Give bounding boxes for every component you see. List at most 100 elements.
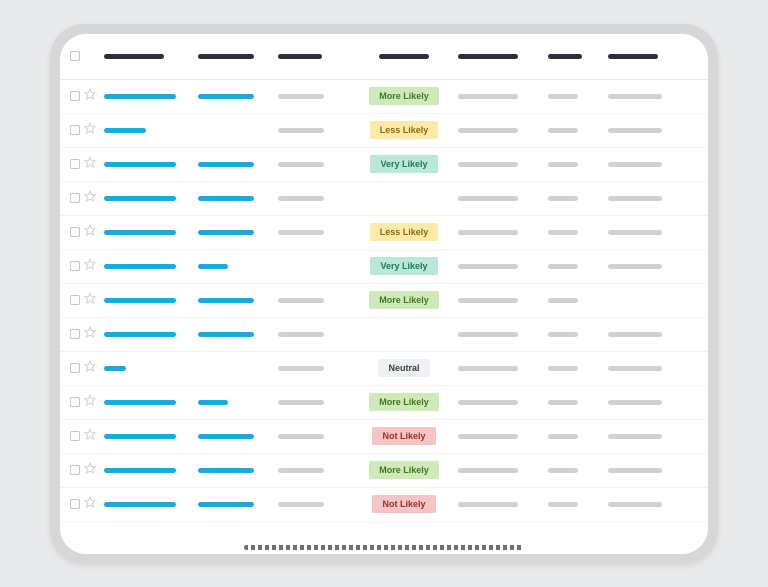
star-icon[interactable] [84,87,96,105]
row-checkbox[interactable] [70,363,80,373]
row-checkbox[interactable] [70,295,80,305]
secondary-link[interactable] [198,468,254,473]
cell-value [458,400,518,405]
table-row[interactable]: More Likely [60,80,708,114]
row-checkbox[interactable] [70,159,80,169]
table-row[interactable]: Very Likely [60,148,708,182]
table-row[interactable]: Neutral [60,352,708,386]
star-icon[interactable] [84,257,96,275]
row-checkbox[interactable] [70,91,80,101]
cell-value [608,94,662,99]
secondary-link[interactable] [198,94,254,99]
table-row[interactable] [60,318,708,352]
table-row[interactable] [60,182,708,216]
secondary-link[interactable] [198,196,254,201]
table-row[interactable]: More Likely [60,386,708,420]
cell-value [458,298,518,303]
column-header[interactable] [548,54,582,59]
star-icon[interactable] [84,495,96,513]
cell-value [548,162,578,167]
screen: More Likely Less Likely [60,34,708,554]
column-header[interactable] [104,54,164,59]
secondary-link[interactable] [198,400,228,405]
cell-value [458,128,518,133]
cell-value [278,298,324,303]
secondary-link[interactable] [198,162,254,167]
star-icon[interactable] [84,223,96,241]
star-icon[interactable] [84,359,96,377]
primary-link[interactable] [104,298,176,303]
cell-value [458,162,518,167]
star-icon[interactable] [84,121,96,139]
primary-link[interactable] [104,94,176,99]
star-icon[interactable] [84,291,96,309]
table-row[interactable]: More Likely [60,454,708,488]
dock-indicator [244,545,524,550]
star-icon[interactable] [84,393,96,411]
star-icon[interactable] [84,461,96,479]
secondary-link[interactable] [198,298,254,303]
row-checkbox[interactable] [70,193,80,203]
cell-value [608,502,662,507]
cell-value [278,94,324,99]
select-all-checkbox[interactable] [70,51,80,61]
primary-link[interactable] [104,128,146,133]
star-icon[interactable] [84,189,96,207]
table-header-row [60,34,708,80]
row-checkbox[interactable] [70,431,80,441]
primary-link[interactable] [104,264,176,269]
likelihood-badge: More Likely [369,87,439,105]
likelihood-badge: Very Likely [370,155,437,173]
table-row[interactable]: Less Likely [60,216,708,250]
primary-link[interactable] [104,196,176,201]
row-checkbox[interactable] [70,125,80,135]
cell-value [548,468,578,473]
star-icon[interactable] [84,155,96,173]
cell-value [278,468,324,473]
column-header[interactable] [278,54,322,59]
secondary-link[interactable] [198,230,254,235]
table-row[interactable]: Not Likely [60,488,708,522]
primary-link[interactable] [104,366,126,371]
cell-value [608,196,662,201]
secondary-link[interactable] [198,502,254,507]
table-row[interactable]: More Likely [60,284,708,318]
row-checkbox[interactable] [70,227,80,237]
cell-value [608,434,662,439]
secondary-link[interactable] [198,434,254,439]
row-checkbox[interactable] [70,465,80,475]
primary-link[interactable] [104,434,176,439]
column-header[interactable] [608,54,658,59]
cell-value [548,366,578,371]
table-row[interactable]: Less Likely [60,114,708,148]
cell-value [458,230,518,235]
row-checkbox[interactable] [70,397,80,407]
cell-value [458,366,518,371]
cell-value [278,332,324,337]
cell-value [548,196,578,201]
cell-value [458,502,518,507]
likelihood-badge: Not Likely [372,495,435,513]
row-checkbox[interactable] [70,329,80,339]
star-icon[interactable] [84,427,96,445]
secondary-link[interactable] [198,332,254,337]
star-icon[interactable] [84,325,96,343]
table-row[interactable]: Not Likely [60,420,708,454]
primary-link[interactable] [104,162,176,167]
secondary-link[interactable] [198,264,228,269]
cell-value [458,468,518,473]
column-header[interactable] [379,54,429,59]
primary-link[interactable] [104,400,176,405]
cell-value [608,128,662,133]
primary-link[interactable] [104,230,176,235]
row-checkbox[interactable] [70,261,80,271]
cell-value [548,94,578,99]
table-row[interactable]: Very Likely [60,250,708,284]
column-header[interactable] [198,54,254,59]
primary-link[interactable] [104,502,176,507]
cell-value [608,400,662,405]
column-header[interactable] [458,54,518,59]
row-checkbox[interactable] [70,499,80,509]
primary-link[interactable] [104,332,176,337]
primary-link[interactable] [104,468,176,473]
